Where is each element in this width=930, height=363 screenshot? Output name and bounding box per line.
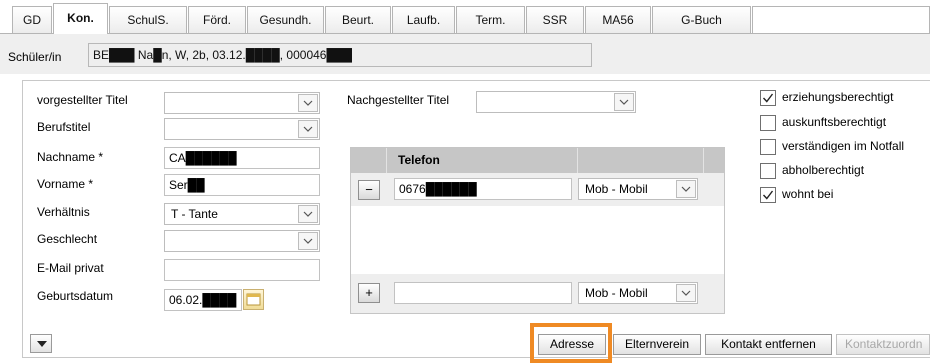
tab-ssr[interactable]: SSR	[526, 6, 584, 33]
highlight-frame	[530, 323, 612, 363]
tab-kontakte[interactable]: Kon.	[53, 3, 108, 34]
new-phone-number-input[interactable]	[394, 282, 572, 304]
new-phone-row: + Mob - Mobil	[351, 274, 724, 313]
phone-table-title: Telefon	[398, 153, 440, 167]
phone-table: Telefon − 0676██████ Mob - Mobil + Mob -…	[350, 147, 725, 314]
phone-table-header: Telefon	[351, 148, 724, 173]
chevron-down-icon[interactable]	[676, 180, 696, 198]
label-nachname: Nachname *	[37, 150, 104, 164]
label-verstaendigen-im-notfall: verständigen im Notfall	[782, 139, 905, 153]
tab-foerd[interactable]: Förd.	[188, 6, 246, 33]
header-col-divider	[703, 148, 704, 173]
checkbox-verstaendigen-im-notfall[interactable]	[760, 139, 776, 155]
tab-g-buch[interactable]: G-Buch	[652, 6, 751, 33]
tab-gesundh[interactable]: Gesundh.	[247, 6, 324, 33]
elternverein-button[interactable]: Elternverein	[613, 334, 701, 355]
label-verhaeltnis: Verhältnis	[37, 205, 90, 219]
tab-laufb[interactable]: Laufb.	[392, 6, 455, 33]
tab-term[interactable]: Term.	[456, 6, 525, 33]
phone-type-select[interactable]: Mob - Mobil	[578, 178, 698, 200]
header-col-divider	[386, 148, 387, 173]
label-auskunftsberechtigt: auskunftsberechtigt	[782, 115, 887, 129]
geburtsdatum-input[interactable]: 06.02.████	[164, 289, 242, 311]
geschlecht-select[interactable]	[164, 230, 320, 252]
nachgestellter-titel-select[interactable]	[476, 91, 636, 113]
vorname-input[interactable]: Ser██	[164, 174, 320, 196]
checkbox-auskunftsberechtigt[interactable]	[760, 115, 776, 131]
chevron-down-icon[interactable]	[614, 93, 634, 111]
chevron-down-icon[interactable]	[298, 232, 318, 250]
label-vorname: Vorname *	[37, 177, 94, 191]
add-phone-button[interactable]: +	[358, 283, 380, 303]
calendar-icon[interactable]	[243, 289, 264, 310]
checkmark-icon	[762, 93, 774, 103]
label-email: E-Mail privat	[37, 261, 104, 275]
new-phone-type-select[interactable]: Mob - Mobil	[578, 282, 698, 304]
label-vorgestellter-titel: vorgestellter Titel	[37, 93, 128, 107]
label-geschlecht: Geschlecht	[37, 232, 98, 246]
phone-type-value: Mob - Mobil	[585, 182, 648, 196]
table-row: − 0676██████ Mob - Mobil	[351, 173, 724, 206]
checkmark-icon	[762, 190, 774, 200]
student-label: Schüler/in	[8, 50, 62, 64]
chevron-down-icon[interactable]	[298, 94, 318, 112]
tab-bar: GD Kon. SchulS. Förd. Gesundh. Beurt. La…	[0, 0, 930, 34]
label-wohnt-bei: wohnt bei	[782, 187, 834, 201]
checkbox-erziehungsberechtigt[interactable]	[760, 90, 776, 106]
label-nachgestellter-titel: Nachgestellter Titel	[347, 93, 450, 107]
checkbox-wohnt-bei[interactable]	[760, 187, 776, 203]
new-phone-type-value: Mob - Mobil	[585, 286, 648, 300]
tab-ma56[interactable]: MA56	[585, 6, 651, 33]
label-abholberechtigt: abholberechtigt	[782, 163, 865, 177]
verhaeltnis-value: T - Tante	[171, 207, 218, 221]
remove-phone-button[interactable]: −	[358, 180, 380, 200]
phone-number-input[interactable]: 0676██████	[394, 178, 572, 200]
email-input[interactable]	[164, 259, 320, 281]
kontaktzuordnung-button: Kontaktzuordn	[836, 334, 930, 355]
tab-gd[interactable]: GD	[12, 6, 52, 33]
tab-schuls[interactable]: SchulS.	[109, 6, 187, 33]
triangle-down-icon	[37, 341, 47, 347]
label-geburtsdatum: Geburtsdatum	[37, 289, 114, 303]
label-berufstitel: Berufstitel	[37, 120, 91, 134]
chevron-down-icon[interactable]	[676, 284, 696, 302]
tab-beurt[interactable]: Beurt.	[325, 6, 391, 33]
tab-bar-filler	[752, 6, 930, 33]
verhaeltnis-select[interactable]: T - Tante	[164, 203, 320, 225]
expand-button[interactable]	[30, 334, 52, 353]
berufstitel-select[interactable]	[164, 118, 320, 140]
checkbox-abholberechtigt[interactable]	[760, 163, 776, 179]
header-col-divider	[577, 148, 578, 173]
kontakt-entfernen-button[interactable]: Kontakt entfernen	[705, 334, 832, 355]
nachname-input[interactable]: CA██████	[164, 147, 320, 169]
chevron-down-icon[interactable]	[298, 205, 318, 223]
chevron-down-icon[interactable]	[298, 120, 318, 138]
vorgestellter-titel-select[interactable]	[164, 92, 320, 114]
label-erziehungsberechtigt: erziehungsberechtigt	[782, 90, 894, 104]
student-field: BE███ Na█n, W, 2b, 03.12.████, 000046███	[88, 43, 592, 67]
